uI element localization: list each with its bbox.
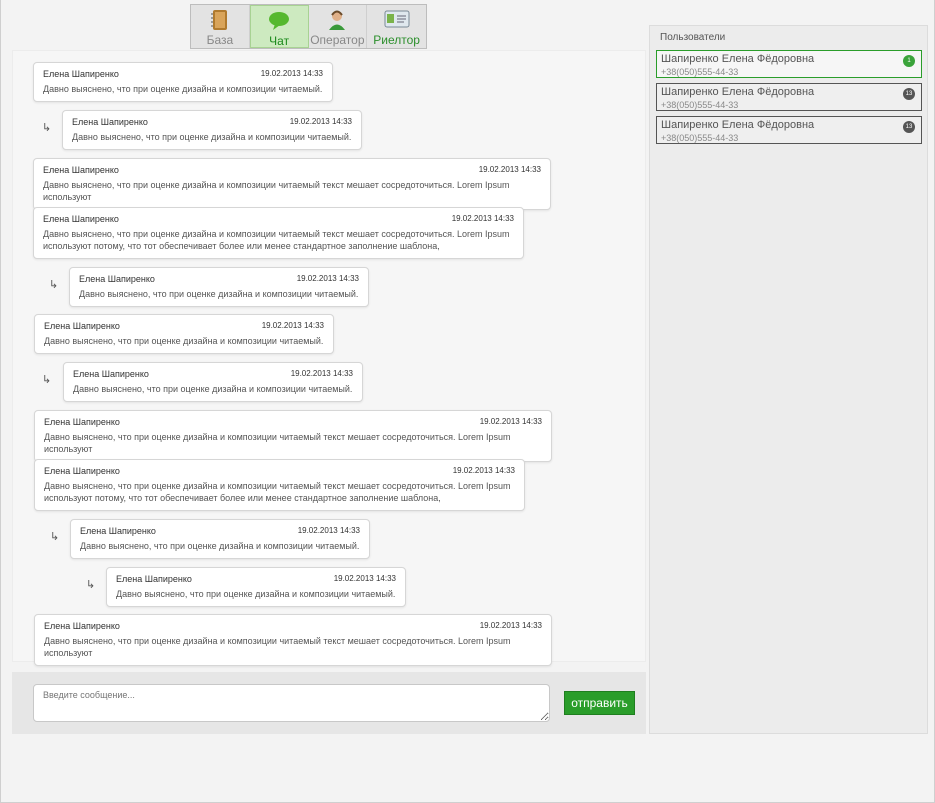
reply-arrow-icon: ↳ xyxy=(50,531,60,543)
message-author: Елена Шапиренко xyxy=(44,417,120,427)
message-time: 14:33 xyxy=(493,214,514,223)
chat-message: Елена Шапиренко 19.02.2013 14:33 Давно вы… xyxy=(34,614,552,666)
message-text: Давно выяснено, что при оценке дизайна и… xyxy=(79,289,359,299)
chat-message: Елена Шапиренко 19.02.2013 14:33 Давно вы… xyxy=(34,459,525,511)
message-author: Елена Шапиренко xyxy=(79,274,155,284)
message-date: 19.02.2013 xyxy=(452,466,493,475)
message-date: 19.02.2013 xyxy=(479,417,520,426)
chat-message: Елена Шапиренко 19.02.2013 14:33 Давно вы… xyxy=(62,110,362,150)
reply-arrow-icon: ↳ xyxy=(49,279,59,291)
message-text: Давно выяснено, что при оценке дизайна и… xyxy=(44,481,511,503)
unread-badge: 1 xyxy=(903,55,915,67)
message-text: Давно выяснено, что при оценке дизайна и… xyxy=(72,132,352,142)
tab-realtor[interactable]: Риелтор xyxy=(367,5,426,48)
unread-badge: 13 xyxy=(903,121,915,133)
id-card-icon xyxy=(384,9,410,34)
tab-label: База xyxy=(206,33,234,47)
unread-badge: 13 xyxy=(903,88,915,100)
chat-message: Елена Шапиренко 19.02.2013 14:33 Давно вы… xyxy=(70,519,370,559)
message-date: 19.02.2013 xyxy=(297,526,338,535)
message-date: 19.02.2013 xyxy=(289,117,330,126)
tab-label: Оператор xyxy=(310,33,365,47)
message-author: Елена Шапиренко xyxy=(43,69,119,79)
reply-arrow-icon: ↳ xyxy=(86,579,96,591)
message-date: 19.02.2013 xyxy=(479,621,520,630)
user-phone: +38(050)555-44-33 xyxy=(661,67,739,77)
users-panel: Пользователи Шапиренко Елена Фёдоровна +… xyxy=(649,25,928,734)
users-title: Пользователи xyxy=(660,32,726,43)
user-item[interactable]: Шапиренко Елена Фёдоровна +38(050)555-44… xyxy=(656,83,922,111)
chat-message: Елена Шапиренко 19.02.2013 14:33 Давно вы… xyxy=(34,410,552,462)
message-composer: отправить xyxy=(12,672,646,734)
message-time: 14:33 xyxy=(303,321,324,330)
user-name: Шапиренко Елена Фёдоровна xyxy=(661,86,815,98)
chat-bubble-icon xyxy=(267,10,291,37)
message-time: 14:33 xyxy=(521,621,542,630)
send-button[interactable]: отправить xyxy=(564,691,635,715)
message-author: Елена Шапиренко xyxy=(116,574,192,584)
user-phone: +38(050)555-44-33 xyxy=(661,100,739,110)
chat-panel: Елена Шапиренко 19.02.2013 14:33 Давно вы… xyxy=(12,50,646,666)
message-author: Елена Шапиренко xyxy=(43,165,119,175)
message-author: Елена Шапиренко xyxy=(44,621,120,631)
chat-message: Елена Шапиренко 19.02.2013 14:33 Давно вы… xyxy=(69,267,369,307)
message-time: 14:33 xyxy=(338,274,359,283)
top-tabs: База Чат Оператор Риелтор xyxy=(190,4,427,49)
tab-chat[interactable]: Чат xyxy=(249,5,309,48)
chat-message: Елена Шапиренко 19.02.2013 14:33 Давно вы… xyxy=(34,314,334,354)
message-author: Елена Шапиренко xyxy=(73,369,149,379)
message-text: Давно выяснено, что при оценке дизайна и… xyxy=(43,229,510,251)
message-time: 14:33 xyxy=(332,369,353,378)
message-date: 19.02.2013 xyxy=(261,321,302,330)
message-author: Елена Шапиренко xyxy=(43,214,119,224)
tab-operator[interactable]: Оператор xyxy=(309,5,368,48)
chat-message: Елена Шапиренко 19.02.2013 14:33 Давно вы… xyxy=(106,567,406,607)
message-text: Давно выяснено, что при оценке дизайна и… xyxy=(44,636,511,658)
reply-arrow-icon: ↳ xyxy=(42,374,52,386)
message-text: Давно выяснено, что при оценке дизайна и… xyxy=(43,180,510,202)
message-author: Елена Шапиренко xyxy=(44,321,120,331)
message-time: 14:33 xyxy=(521,417,542,426)
message-author: Елена Шапиренко xyxy=(44,466,120,476)
user-name: Шапиренко Елена Фёдоровна xyxy=(661,119,815,131)
message-time: 14:33 xyxy=(331,117,352,126)
tab-label: Риелтор xyxy=(373,33,420,47)
chat-message: Елена Шапиренко 19.02.2013 14:33 Давно вы… xyxy=(63,362,363,402)
message-text: Давно выяснено, что при оценке дизайна и… xyxy=(44,336,324,346)
message-time: 14:33 xyxy=(302,69,323,78)
notebook-icon xyxy=(210,9,230,36)
message-time: 14:33 xyxy=(375,574,396,583)
chat-message: Елена Шапиренко 19.02.2013 14:33 Давно вы… xyxy=(33,207,524,259)
message-date: 19.02.2013 xyxy=(478,165,519,174)
message-text: Давно выяснено, что при оценке дизайна и… xyxy=(43,84,323,94)
message-author: Елена Шапиренко xyxy=(72,117,148,127)
message-date: 19.02.2013 xyxy=(333,574,374,583)
message-time: 14:33 xyxy=(520,165,541,174)
message-text: Давно выяснено, что при оценке дизайна и… xyxy=(73,384,353,394)
user-name: Шапиренко Елена Фёдоровна xyxy=(661,53,815,65)
message-input[interactable] xyxy=(33,684,550,722)
message-author: Елена Шапиренко xyxy=(80,526,156,536)
message-text: Давно выяснено, что при оценке дизайна и… xyxy=(44,432,511,454)
message-text: Давно выяснено, что при оценке дизайна и… xyxy=(116,589,396,599)
message-date: 19.02.2013 xyxy=(451,214,492,223)
user-item[interactable]: Шапиренко Елена Фёдоровна +38(050)555-44… xyxy=(656,50,922,78)
chat-message: Елена Шапиренко 19.02.2013 14:33 Давно вы… xyxy=(33,62,333,102)
operator-icon xyxy=(327,9,347,36)
message-date: 19.02.2013 xyxy=(290,369,331,378)
reply-arrow-icon: ↳ xyxy=(42,122,52,134)
message-date: 19.02.2013 xyxy=(260,69,301,78)
user-phone: +38(050)555-44-33 xyxy=(661,133,739,143)
message-date: 19.02.2013 xyxy=(296,274,337,283)
message-text: Давно выяснено, что при оценке дизайна и… xyxy=(80,541,360,551)
message-time: 14:33 xyxy=(494,466,515,475)
tab-label: Чат xyxy=(269,34,290,48)
message-time: 14:33 xyxy=(339,526,360,535)
tab-base[interactable]: База xyxy=(191,5,250,48)
user-item[interactable]: Шапиренко Елена Фёдоровна +38(050)555-44… xyxy=(656,116,922,144)
chat-message: Елена Шапиренко 19.02.2013 14:33 Давно вы… xyxy=(33,158,551,210)
